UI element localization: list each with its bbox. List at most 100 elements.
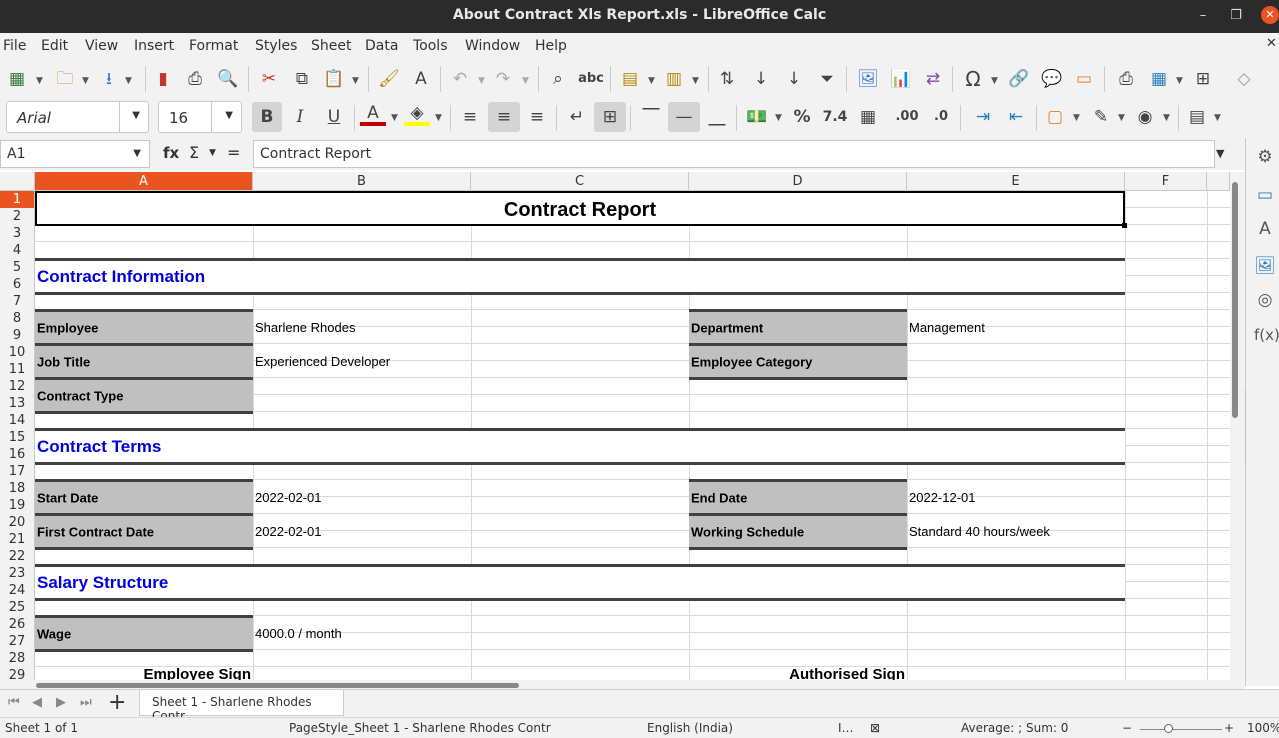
zoom-out-icon[interactable]: − bbox=[1122, 721, 1132, 735]
sort-descending-icon[interactable]: ↓ bbox=[781, 66, 807, 92]
merge-center-icon[interactable]: ⊞ bbox=[594, 102, 626, 132]
special-character-icon[interactable]: Ω bbox=[960, 66, 986, 92]
horizontal-scrollbar-thumb[interactable] bbox=[36, 683, 519, 688]
print-preview-icon[interactable]: 🔍 bbox=[215, 66, 241, 92]
row-header-5[interactable]: 5 bbox=[0, 259, 35, 276]
comment-icon[interactable]: 💬 bbox=[1039, 66, 1065, 92]
undo-dropdown-icon[interactable]: ▼ bbox=[478, 76, 485, 86]
percent-icon[interactable]: % bbox=[789, 104, 815, 130]
align-bottom-icon[interactable]: ⎽ bbox=[704, 104, 730, 130]
new-dropdown-icon[interactable]: ▼ bbox=[36, 76, 43, 86]
row-header-27[interactable]: 27 bbox=[0, 633, 35, 650]
align-right-icon[interactable]: ≡ bbox=[524, 104, 550, 130]
menu-insert[interactable]: Insert bbox=[134, 38, 174, 54]
add-sheet-icon[interactable]: + bbox=[108, 690, 126, 715]
headers-footers-icon[interactable]: ▭ bbox=[1071, 66, 1097, 92]
row-header-25[interactable]: 25 bbox=[0, 599, 35, 616]
language[interactable]: English (India) bbox=[647, 721, 733, 735]
paste-dropdown-icon[interactable]: ▼ bbox=[352, 76, 359, 86]
row-header-13[interactable]: 13 bbox=[0, 395, 35, 412]
insert-image-icon[interactable]: 🖼 bbox=[855, 66, 881, 92]
row-header-20[interactable]: 20 bbox=[0, 514, 35, 531]
select-all-corner[interactable] bbox=[0, 172, 35, 191]
menu-file[interactable]: File bbox=[3, 38, 26, 54]
new-spreadsheet-icon[interactable]: ▦ bbox=[4, 66, 30, 92]
menu-format[interactable]: Format bbox=[189, 38, 238, 54]
sidebar-settings-icon[interactable]: ⚙ bbox=[1254, 147, 1276, 169]
first-sheet-icon[interactable]: ⏮ bbox=[8, 695, 20, 710]
autofilter-icon[interactable]: ⏷ bbox=[814, 66, 840, 92]
column-header-a[interactable]: A bbox=[35, 172, 253, 191]
formula-icon[interactable]: = bbox=[227, 143, 240, 162]
row-header-11[interactable]: 11 bbox=[0, 361, 35, 378]
sidebar-properties-icon[interactable]: ▭ bbox=[1254, 185, 1276, 207]
date-format-icon[interactable]: ▦ bbox=[855, 104, 881, 130]
column-icon[interactable]: ▥ bbox=[661, 66, 687, 92]
tab-sheet1[interactable]: Sheet 1 - Sharlene Rhodes Contr bbox=[139, 690, 344, 723]
row-header-15[interactable]: 15 bbox=[0, 429, 35, 446]
font-size-dropdown-icon[interactable]: ▼ bbox=[225, 110, 233, 121]
open-icon[interactable]: 🗀 bbox=[52, 66, 78, 92]
conditional-format-dropdown-icon[interactable]: ▼ bbox=[1214, 113, 1221, 123]
row-header-22[interactable]: 22 bbox=[0, 548, 35, 565]
horizontal-scrollbar[interactable] bbox=[0, 680, 1245, 689]
hyperlink-icon[interactable]: 🔗 bbox=[1006, 66, 1032, 92]
report-title-cell[interactable]: Contract Report bbox=[35, 191, 1125, 226]
column-header-e[interactable]: E bbox=[907, 172, 1125, 191]
row-dropdown-icon[interactable]: ▼ bbox=[648, 76, 655, 86]
sidebar-navigator-icon[interactable]: ◎ bbox=[1254, 290, 1276, 312]
row-header-23[interactable]: 23 bbox=[0, 565, 35, 582]
copy-icon[interactable]: ⧉ bbox=[289, 66, 315, 92]
zoom-slider-knob[interactable] bbox=[1164, 724, 1173, 733]
special-character-dropdown-icon[interactable]: ▼ bbox=[991, 76, 998, 86]
expand-formula-bar-icon[interactable]: ▼ bbox=[1216, 147, 1224, 160]
highlight-dropdown-icon[interactable]: ▼ bbox=[435, 113, 442, 123]
sum-dropdown-icon[interactable]: ▼ bbox=[209, 148, 216, 158]
menu-data[interactable]: Data bbox=[365, 38, 398, 54]
freeze-dropdown-icon[interactable]: ▼ bbox=[1176, 76, 1183, 86]
define-print-area-icon[interactable]: ⎙ bbox=[1113, 66, 1139, 92]
vertical-scrollbar-thumb[interactable] bbox=[1232, 182, 1238, 418]
menu-tools[interactable]: Tools bbox=[413, 38, 448, 54]
row-header-3[interactable]: 3 bbox=[0, 225, 35, 242]
border-style-dropdown-icon[interactable]: ▼ bbox=[1118, 113, 1125, 123]
row-header-9[interactable]: 9 bbox=[0, 327, 35, 344]
sidebar-styles-icon[interactable]: A bbox=[1254, 219, 1276, 241]
add-decimal-icon[interactable]: .00 bbox=[894, 104, 920, 130]
borders-icon[interactable]: ▢ bbox=[1042, 104, 1068, 130]
decrease-indent-icon[interactable]: ⇤ bbox=[1003, 104, 1029, 130]
highlight-color-icon[interactable]: ◈ bbox=[404, 102, 430, 126]
sidebar-functions-icon[interactable]: f(x) bbox=[1254, 326, 1279, 348]
undo-icon[interactable]: ↶ bbox=[447, 66, 473, 92]
name-box-dropdown-icon[interactable]: ▼ bbox=[133, 148, 141, 159]
border-style-icon[interactable]: ✎ bbox=[1088, 104, 1114, 130]
export-pdf-icon[interactable]: ▮ bbox=[150, 66, 176, 92]
border-color-dropdown-icon[interactable]: ▼ bbox=[1163, 113, 1170, 123]
row-header-18[interactable]: 18 bbox=[0, 480, 35, 497]
align-center-icon[interactable]: ≡ bbox=[488, 102, 520, 132]
row-header-16[interactable]: 16 bbox=[0, 446, 35, 463]
cut-icon[interactable]: ✂ bbox=[256, 66, 282, 92]
previous-sheet-icon[interactable]: ◀ bbox=[32, 695, 42, 710]
font-name-dropdown-icon[interactable]: ▼ bbox=[132, 110, 140, 121]
column-header-g[interactable] bbox=[1207, 172, 1230, 191]
column-header-f[interactable]: F bbox=[1125, 172, 1207, 191]
spelling-icon[interactable]: abc bbox=[578, 66, 604, 92]
vertical-scrollbar[interactable] bbox=[1230, 172, 1245, 680]
menu-window[interactable]: Window bbox=[465, 38, 520, 54]
freeze-rows-columns-icon[interactable]: ▦ bbox=[1146, 66, 1172, 92]
italic-icon[interactable]: I bbox=[287, 104, 313, 130]
print-icon[interactable]: ⎙ bbox=[182, 66, 208, 92]
menu-view[interactable]: View bbox=[85, 38, 118, 54]
minimize-icon[interactable]: – bbox=[1193, 6, 1213, 26]
row-header-28[interactable]: 28 bbox=[0, 650, 35, 667]
column-dropdown-icon[interactable]: ▼ bbox=[692, 76, 699, 86]
row-icon[interactable]: ▤ bbox=[617, 66, 643, 92]
next-sheet-icon[interactable]: ▶ bbox=[56, 695, 66, 710]
zoom-level[interactable]: 100% bbox=[1247, 721, 1279, 735]
row-header-8[interactable]: 8 bbox=[0, 310, 35, 327]
open-dropdown-icon[interactable]: ▼ bbox=[82, 76, 89, 86]
row-header-6[interactable]: 6 bbox=[0, 276, 35, 293]
row-header-1[interactable]: 1 bbox=[0, 191, 35, 208]
show-draw-functions-icon[interactable]: ◇ bbox=[1231, 66, 1257, 92]
